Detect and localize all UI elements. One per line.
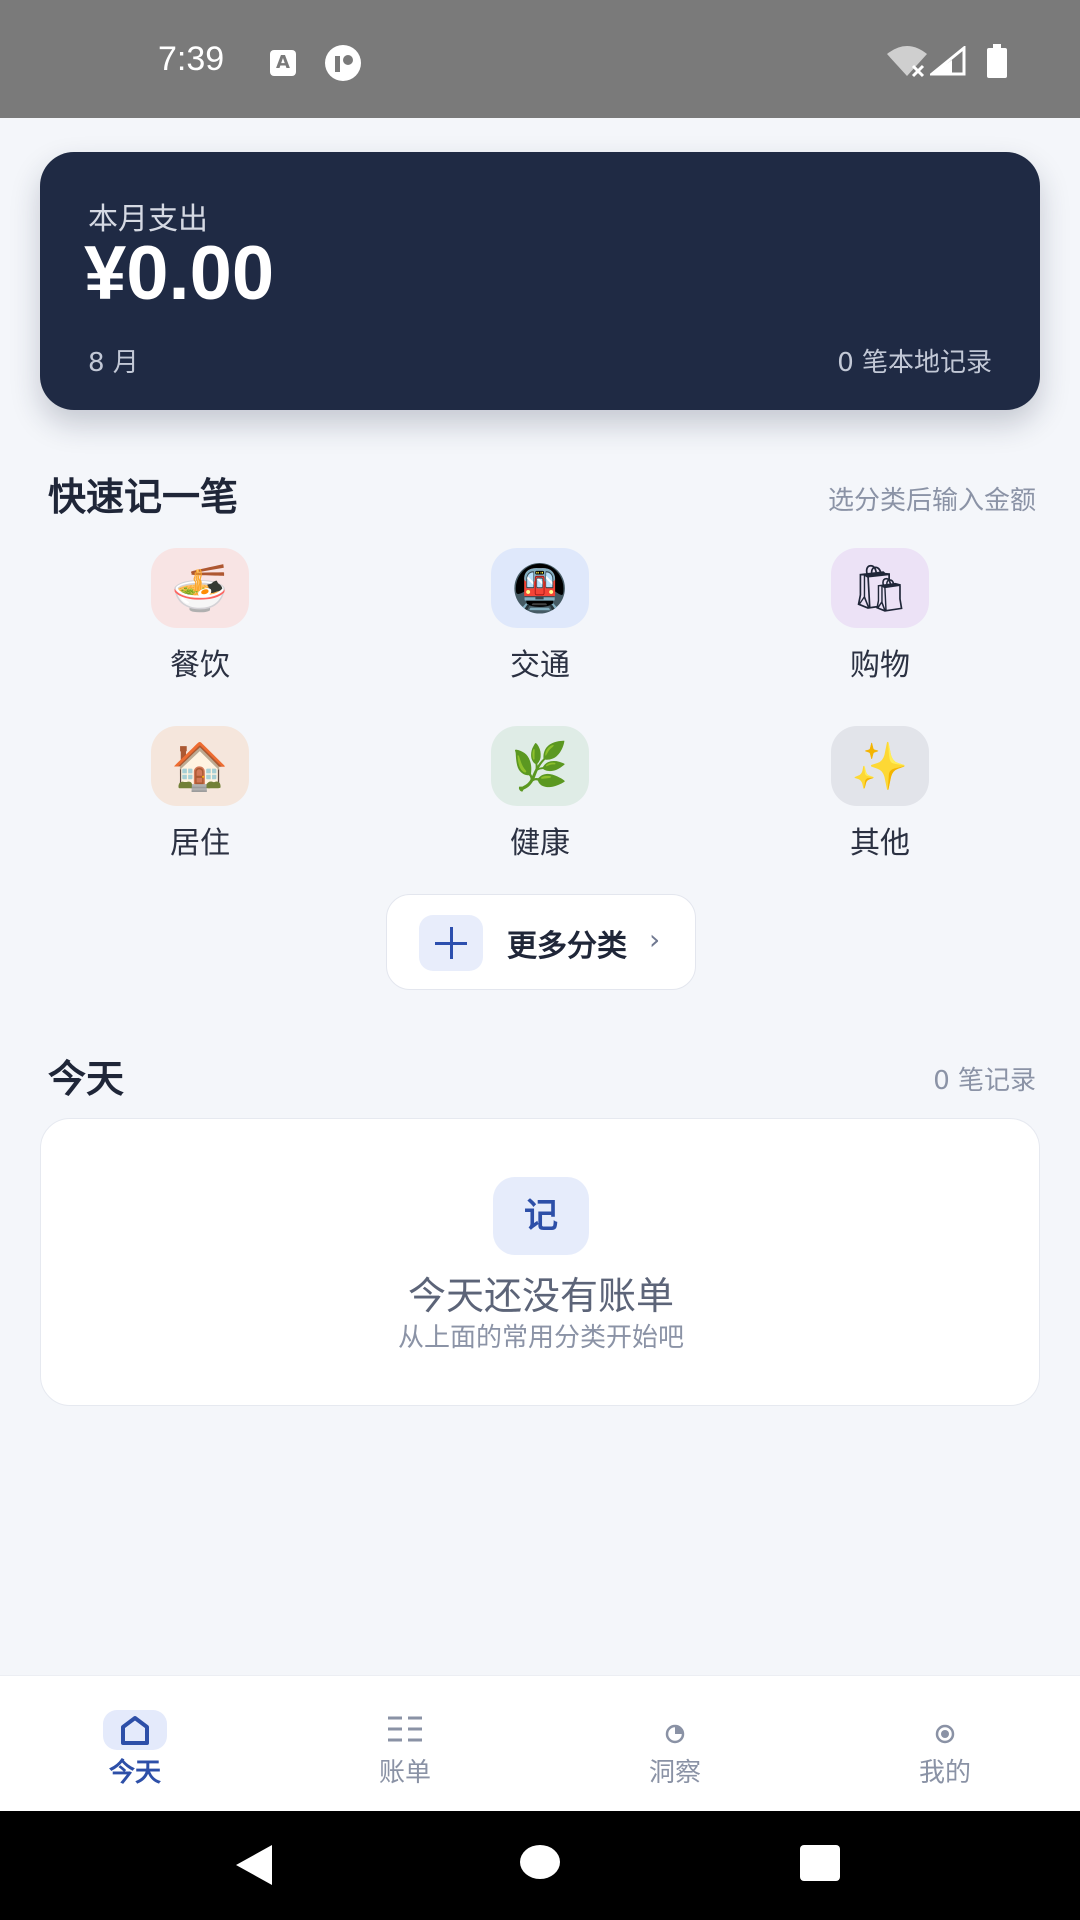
battery-icon <box>987 44 1007 78</box>
recents-icon[interactable] <box>800 1845 840 1881</box>
status-bar: 7:39 A <box>0 0 1080 118</box>
more-categories-label: 更多分类 <box>507 929 627 964</box>
category-label: 餐饮 <box>170 648 230 683</box>
shopping-bags-icon: 🛍 <box>831 548 929 628</box>
list-icon <box>373 1710 437 1750</box>
home-button-icon[interactable] <box>520 1845 560 1879</box>
record-badge-icon: 记 <box>493 1177 589 1255</box>
category-label: 交通 <box>510 648 570 683</box>
empty-state-title: 今天还没有账单 <box>407 1274 674 1318</box>
today-record-count: 0 笔记录 <box>933 1066 1036 1096</box>
nav-label: 账单 <box>378 1758 431 1788</box>
nav-label: 今天 <box>108 1758 161 1788</box>
system-navigation-bar <box>0 1811 1080 1920</box>
nav-tab-today[interactable]: 今天 <box>0 1676 270 1812</box>
a-notification-icon: A <box>270 50 296 76</box>
nav-label: 洞察 <box>648 1758 701 1788</box>
status-time: 7:39 <box>158 40 225 78</box>
house-icon: 🏠 <box>151 726 249 806</box>
quick-entry-hint: 选分类后输入金额 <box>827 486 1036 516</box>
category-label: 居住 <box>170 826 230 861</box>
summary-month: 8 月 <box>88 348 139 378</box>
nav-tab-bills[interactable]: 账单 <box>270 1676 540 1812</box>
bottom-navigation: 今天 账单 洞察 我的 <box>0 1675 1080 1811</box>
pie-chart-icon <box>643 1710 707 1750</box>
circle-app-icon <box>325 45 361 81</box>
more-categories-button[interactable]: 更多分类 › <box>386 894 696 990</box>
category-label: 购物 <box>850 648 910 683</box>
category-transport[interactable]: 🚇 交通 <box>440 548 640 688</box>
sparkles-icon: ✨ <box>831 726 929 806</box>
wifi-off-icon <box>887 46 927 78</box>
category-shopping[interactable]: 🛍 购物 <box>780 548 980 688</box>
metro-icon: 🚇 <box>491 548 589 628</box>
today-title: 今天 <box>48 1057 125 1101</box>
category-label: 其他 <box>850 826 910 861</box>
back-icon[interactable] <box>232 1843 276 1887</box>
nav-tab-insights[interactable]: 洞察 <box>540 1676 810 1812</box>
nav-tab-profile[interactable]: 我的 <box>810 1676 1080 1812</box>
category-housing[interactable]: 🏠 居住 <box>100 726 300 866</box>
noodle-bowl-icon: 🍜 <box>151 548 249 628</box>
category-label: 健康 <box>510 826 570 861</box>
empty-state-subtitle: 从上面的常用分类开始吧 <box>397 1323 684 1353</box>
category-health[interactable]: 🌿 健康 <box>440 726 640 866</box>
quick-entry-title: 快速记一笔 <box>48 475 239 519</box>
home-icon <box>103 1710 167 1750</box>
monthly-summary-card: 本月支出 ¥0.00 8 月 0 笔本地记录 <box>40 152 1040 410</box>
herb-icon: 🌿 <box>491 726 589 806</box>
category-dining[interactable]: 🍜 餐饮 <box>100 548 300 688</box>
nav-label: 我的 <box>918 1758 971 1788</box>
signal-icon <box>930 46 966 76</box>
profile-icon <box>913 1710 977 1750</box>
empty-state-card: 记 今天还没有账单 从上面的常用分类开始吧 <box>40 1118 1040 1406</box>
plus-icon <box>419 915 483 971</box>
summary-record-count: 0 笔本地记录 <box>837 348 992 378</box>
category-other[interactable]: ✨ 其他 <box>780 726 980 866</box>
chevron-right-icon: › <box>649 923 661 956</box>
summary-amount: ¥0.00 <box>84 231 275 316</box>
